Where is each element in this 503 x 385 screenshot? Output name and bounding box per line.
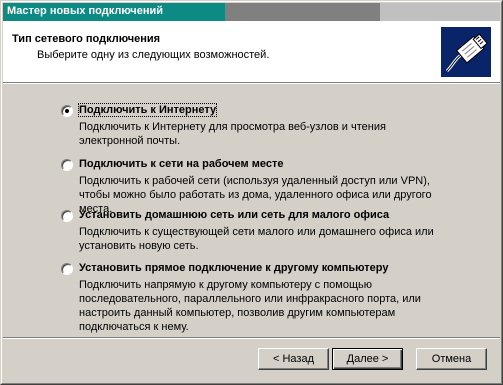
- option-direct-connection-label[interactable]: Установить прямое подключение к другому …: [79, 262, 388, 274]
- window-title: Мастер новых подключений: [7, 5, 163, 17]
- next-button[interactable]: Далее >: [332, 348, 403, 370]
- option-internet-description: Подключить к Интернету для просмотра веб…: [79, 121, 386, 147]
- wizard-window: Мастер новых подключений Тип сетевого по…: [0, 0, 503, 385]
- footer-divider-highlight: [3, 338, 500, 339]
- network-cable-icon: [441, 27, 491, 77]
- option-home-network-description: Подключить к существующей сети малого ил…: [79, 226, 434, 252]
- header-divider-highlight: [3, 83, 500, 84]
- title-bar-light-segment: [380, 3, 500, 21]
- title-bar[interactable]: Мастер новых подключений: [3, 3, 500, 21]
- radio-workplace-network[interactable]: [61, 159, 73, 171]
- cancel-button[interactable]: Отмена: [416, 348, 487, 370]
- radio-selected-dot: [65, 109, 69, 113]
- option-internet-label[interactable]: Подключить к Интернету: [77, 103, 218, 117]
- title-bar-gray-segment: [225, 3, 380, 21]
- radio-internet[interactable]: [61, 105, 73, 117]
- radio-home-network[interactable]: [61, 210, 73, 222]
- option-home-network-label[interactable]: Установить домашнюю сеть или сеть для ма…: [79, 209, 389, 221]
- option-workplace-network-label[interactable]: Подключить к сети на рабочем месте: [79, 158, 283, 170]
- page-subtitle: Выберите одну из следующих возможностей.: [37, 49, 270, 61]
- page-title: Тип сетевого подключения: [12, 33, 161, 45]
- option-direct-connection-description: Подключить напрямую к другому компьютеру…: [79, 279, 421, 333]
- radio-direct-connection[interactable]: [61, 263, 73, 275]
- wizard-header: Тип сетевого подключения Выберите одну и…: [3, 21, 500, 82]
- back-button[interactable]: < Назад: [258, 348, 329, 370]
